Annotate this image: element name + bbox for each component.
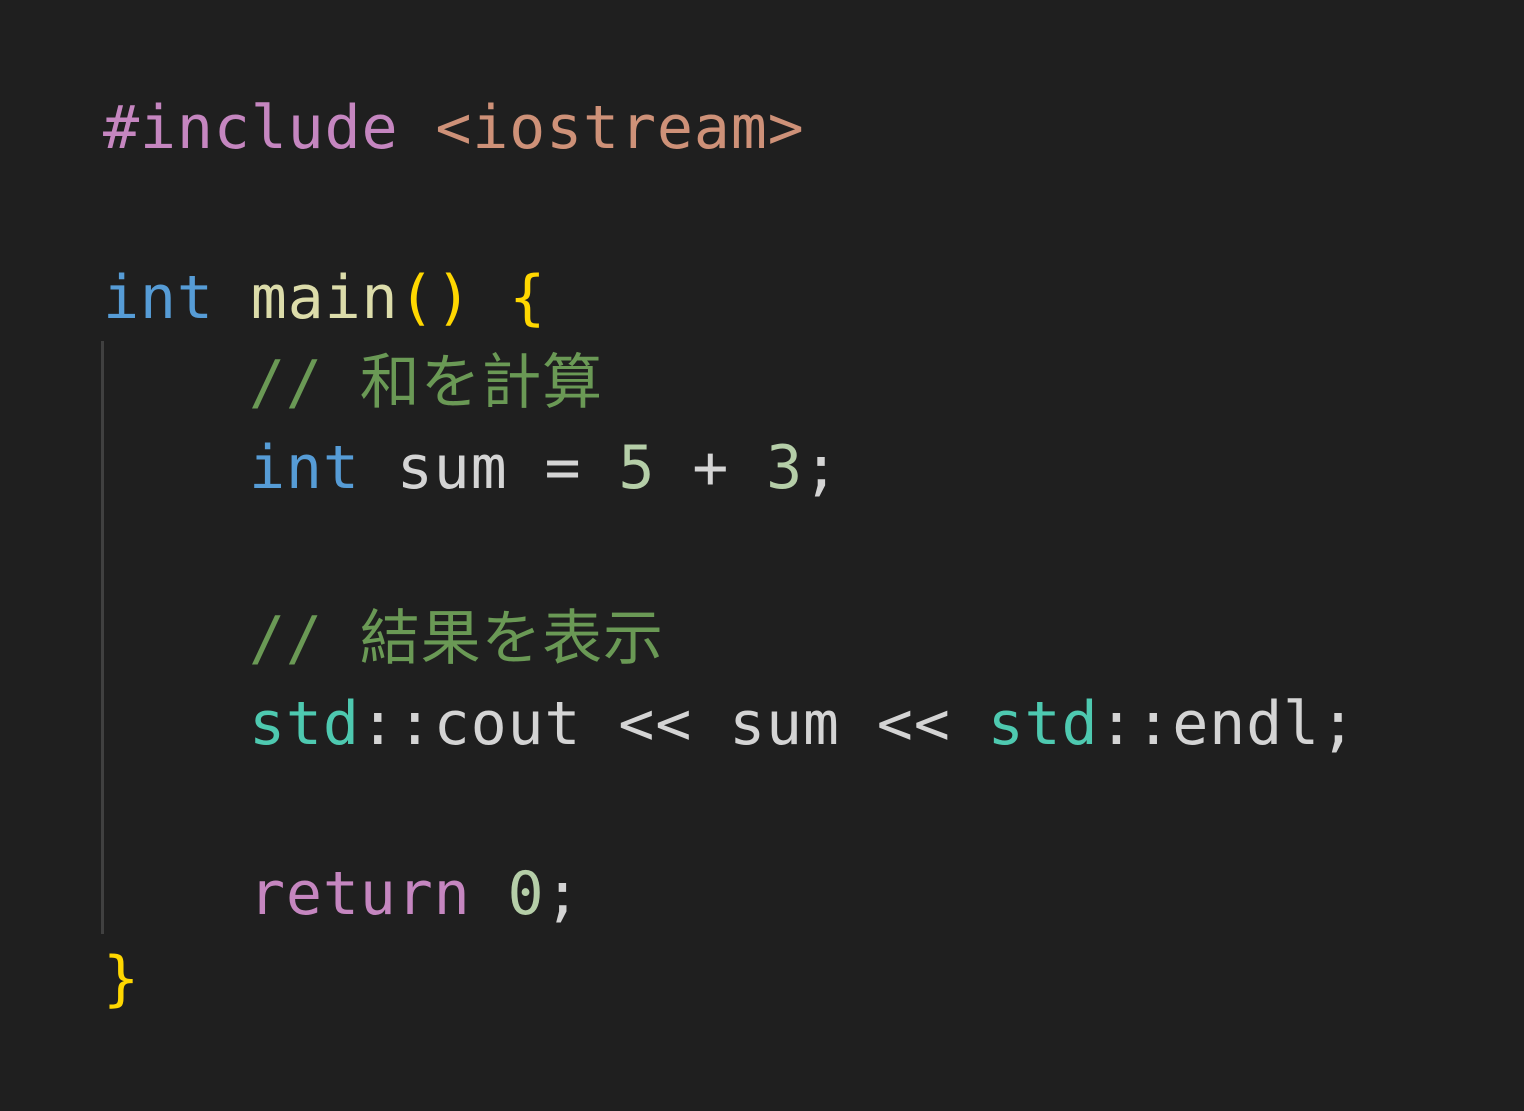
- type-keyword: int: [249, 433, 360, 503]
- include-path: <iostream>: [435, 93, 805, 163]
- close-brace: }: [103, 944, 140, 1014]
- semicolon: ;: [803, 433, 840, 503]
- type-keyword: int: [103, 263, 214, 333]
- identifier: cout: [433, 689, 582, 759]
- code-line-comment-sum: // 和を計算: [103, 341, 603, 426]
- comment: // 和を計算: [249, 348, 603, 418]
- code-line-main-signature: int main() {: [103, 256, 546, 341]
- number-literal: 3: [766, 433, 803, 503]
- stream-operator: <<: [876, 689, 951, 759]
- semicolon: ;: [544, 859, 582, 929]
- number-literal: 5: [618, 433, 656, 503]
- scope-operator: ::: [359, 689, 434, 759]
- parentheses: (): [398, 263, 473, 333]
- code-line-close-brace: }: [103, 937, 140, 1022]
- function-name: main: [250, 263, 399, 333]
- stream-operator: <<: [618, 689, 693, 759]
- variable-name: sum: [396, 433, 508, 503]
- comment: // 結果を表示: [249, 604, 664, 674]
- namespace-name: std: [249, 689, 360, 759]
- preprocessor-directive: #include: [103, 93, 399, 163]
- number-literal: 0: [507, 859, 545, 929]
- code-line-return: return 0;: [103, 852, 581, 937]
- code-line-comment-output: // 結果を表示: [103, 597, 664, 682]
- assign-operator: =: [544, 433, 582, 503]
- code-editor[interactable]: #include <iostream> int main() { // 和を計算…: [0, 0, 1524, 1111]
- semicolon: ;: [1319, 689, 1357, 759]
- code-line-sum-declaration: int sum = 5 + 3;: [103, 426, 840, 511]
- scope-operator: ::: [1098, 689, 1173, 759]
- namespace-name: std: [987, 689, 1099, 759]
- variable-name: sum: [729, 689, 840, 759]
- code-line-include: #include <iostream>: [103, 86, 805, 171]
- code-line-cout: std::cout << sum << std::endl;: [103, 682, 1357, 767]
- plus-operator: +: [692, 433, 730, 503]
- open-brace: {: [509, 263, 547, 333]
- return-keyword: return: [249, 859, 471, 929]
- identifier: endl: [1172, 689, 1320, 759]
